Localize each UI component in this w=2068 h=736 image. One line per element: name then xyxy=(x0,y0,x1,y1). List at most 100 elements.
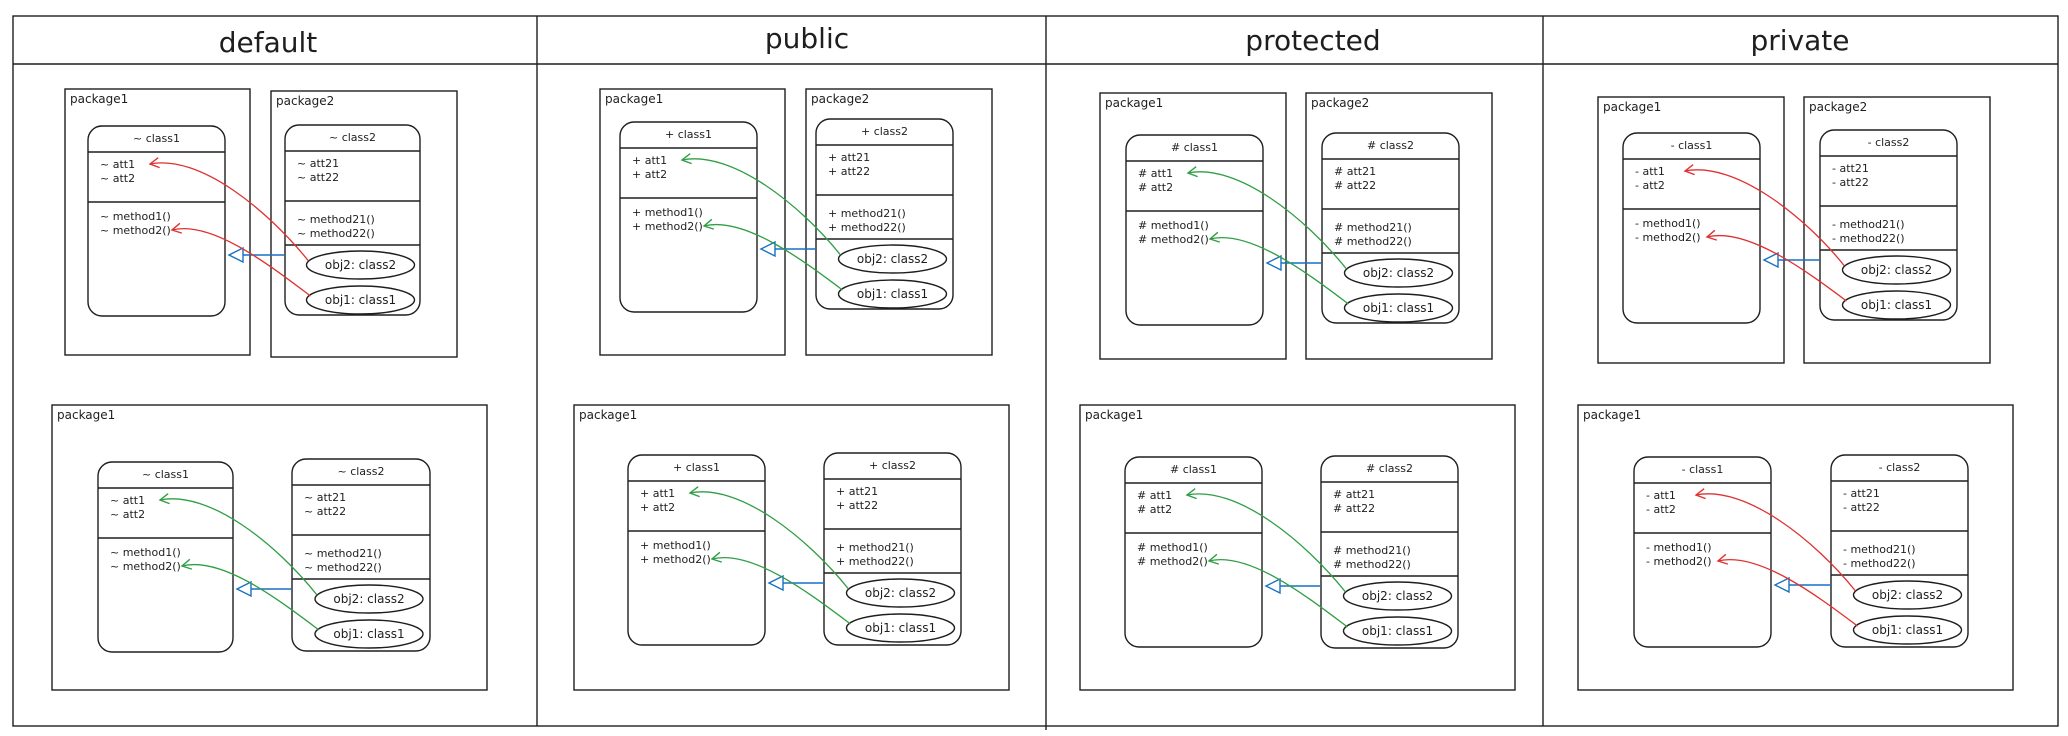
attribute: # att1 xyxy=(1137,489,1172,502)
method: - method21() xyxy=(1832,218,1905,231)
package-label: package1 xyxy=(70,92,128,106)
object-label: obj2: class2 xyxy=(325,258,396,272)
method: + method22() xyxy=(836,555,914,568)
package-label: package1 xyxy=(1085,408,1143,422)
method: - method22() xyxy=(1832,232,1905,245)
method: # method1() xyxy=(1138,219,1209,232)
attribute: ~ att22 xyxy=(304,505,346,518)
method: + method2() xyxy=(640,553,711,566)
object-label: obj2: class2 xyxy=(1861,263,1932,277)
panel-default-two-packages: package1 package2 ~ class1 ~ att1~ att2 ~ me… xyxy=(64,88,458,358)
attribute: # att2 xyxy=(1138,181,1173,194)
column-header-default: default xyxy=(219,26,318,59)
attribute: + att21 xyxy=(836,485,878,498)
attribute: - att1 xyxy=(1635,165,1665,178)
package-label: package2 xyxy=(276,94,334,108)
attribute: ~ att22 xyxy=(297,171,339,184)
class-name: + class2 xyxy=(869,459,916,472)
class-name: ~ class2 xyxy=(329,131,376,144)
class-name: + class1 xyxy=(673,461,720,474)
object-label: obj2: class2 xyxy=(1363,266,1434,280)
class-name: + class1 xyxy=(665,128,712,141)
attribute: + att22 xyxy=(836,499,878,512)
method: + method21() xyxy=(836,541,914,554)
method: - method2() xyxy=(1646,555,1712,568)
attribute: # att21 xyxy=(1333,488,1375,501)
package-label: package1 xyxy=(1105,96,1163,110)
method: ~ method22() xyxy=(297,227,375,240)
class-name: + class2 xyxy=(861,125,908,138)
class-name: # class2 xyxy=(1366,462,1413,475)
attribute: # att22 xyxy=(1334,179,1376,192)
panel-protected-same-package: package1# class1# att1# att2# method1()#… xyxy=(1079,404,1516,691)
class-name: - class2 xyxy=(1879,461,1921,474)
access-modifier-diagram-canvas: default public protected private package… xyxy=(12,15,2059,730)
attribute: ~ att21 xyxy=(304,491,346,504)
attribute: ~ att1 xyxy=(110,494,145,507)
attribute: # att2 xyxy=(1137,503,1172,516)
method: ~ method22() xyxy=(304,561,382,574)
method: - method22() xyxy=(1843,557,1916,570)
method: # method21() xyxy=(1333,544,1411,557)
attribute: ~ att21 xyxy=(297,157,339,170)
method: + method21() xyxy=(828,207,906,220)
method: ~ method1() xyxy=(110,546,181,559)
method: # method22() xyxy=(1334,235,1412,248)
method: + method1() xyxy=(632,206,703,219)
method: + method2() xyxy=(632,220,703,233)
attribute: + att2 xyxy=(640,501,675,514)
package-label: package1 xyxy=(57,408,115,422)
object-label: obj1: class1 xyxy=(325,293,396,307)
object-label: obj2: class2 xyxy=(865,586,936,600)
package-label: package1 xyxy=(1603,100,1661,114)
column-header-public: public xyxy=(765,22,849,55)
attribute: # att22 xyxy=(1333,502,1375,515)
method: - method1() xyxy=(1635,217,1701,230)
panel-protected-two-packages: package1 package2 # class1 # att1# att2 # me… xyxy=(1099,92,1493,360)
method: ~ method2() xyxy=(100,224,171,237)
object-label: obj1: class1 xyxy=(865,621,936,635)
object-label: obj1: class1 xyxy=(333,627,404,641)
method: # method1() xyxy=(1137,541,1208,554)
panel-public-two-packages: package1 package2 + class1 + att1+ att2 + me… xyxy=(599,88,993,356)
method: + method22() xyxy=(828,221,906,234)
object-label: obj1: class1 xyxy=(1861,298,1932,312)
package-label: package1 xyxy=(579,408,637,422)
attribute: - att22 xyxy=(1843,501,1880,514)
package-label: package1 xyxy=(605,92,663,106)
attribute: - att21 xyxy=(1843,487,1880,500)
attribute: + att21 xyxy=(828,151,870,164)
class-name: - class2 xyxy=(1868,136,1910,149)
attribute: - att21 xyxy=(1832,162,1869,175)
class-name: # class1 xyxy=(1171,141,1218,154)
method: - method2() xyxy=(1635,231,1701,244)
object-label: obj1: class1 xyxy=(1872,623,1943,637)
object-label: obj1: class1 xyxy=(1363,301,1434,315)
method: + method1() xyxy=(640,539,711,552)
attribute: - att2 xyxy=(1646,503,1676,516)
attribute: + att1 xyxy=(632,154,667,167)
attribute: # att1 xyxy=(1138,167,1173,180)
method: - method1() xyxy=(1646,541,1712,554)
method: - method21() xyxy=(1843,543,1916,556)
method: # method2() xyxy=(1137,555,1208,568)
attribute: + att22 xyxy=(828,165,870,178)
object-label: obj2: class2 xyxy=(1872,588,1943,602)
attribute: ~ att1 xyxy=(100,158,135,171)
package-label: package1 xyxy=(1583,408,1641,422)
attribute: - att2 xyxy=(1635,179,1665,192)
column-header-protected: protected xyxy=(1245,24,1380,57)
attribute: ~ att2 xyxy=(100,172,135,185)
class-name: ~ class2 xyxy=(337,465,384,478)
class-name: # class1 xyxy=(1170,463,1217,476)
class-name: - class1 xyxy=(1682,463,1724,476)
attribute: + att1 xyxy=(640,487,675,500)
package-label: package2 xyxy=(1809,100,1867,114)
method: ~ method21() xyxy=(297,213,375,226)
column-header-private: private xyxy=(1751,24,1850,57)
class-name: ~ class1 xyxy=(142,468,189,481)
panel-private-two-packages: package1 package2 - class1 - att1- att2 - me… xyxy=(1597,96,1991,364)
method: ~ method1() xyxy=(100,210,171,223)
attribute: - att1 xyxy=(1646,489,1676,502)
object-label: obj2: class2 xyxy=(857,252,928,266)
